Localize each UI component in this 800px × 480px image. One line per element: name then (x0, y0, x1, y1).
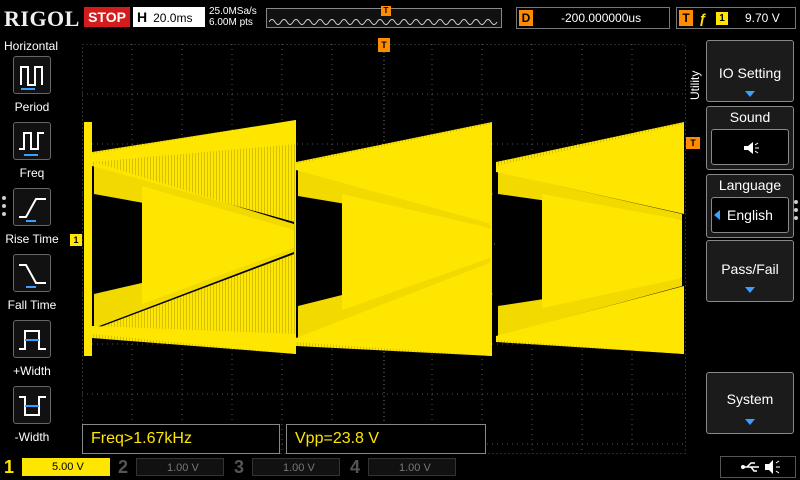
sample-rate: 25.0MSa/s (209, 6, 257, 17)
measure-fall-time[interactable]: Fall Time (4, 254, 60, 314)
system-label: System (726, 391, 774, 407)
io-setting-button[interactable]: IO Setting (706, 40, 794, 102)
trigger-box[interactable]: T ƒ 1 9.70 V (676, 7, 796, 29)
chevron-down-icon (745, 419, 755, 425)
utility-tab[interactable]: Utility (686, 36, 706, 106)
chevron-down-icon (745, 91, 755, 97)
channel-2-scale: 1.00 V (136, 458, 224, 476)
waveform-memory-overview: T (266, 6, 502, 28)
trigger-source: 1 (716, 12, 728, 25)
timebase-box[interactable]: H 20.0ms (133, 7, 205, 27)
measure-rise-time[interactable]: Rise Time (4, 188, 60, 248)
chevron-down-icon (745, 287, 755, 293)
language-label: Language (718, 177, 782, 193)
negative-width-icon (13, 386, 51, 424)
negative-width-label: -Width (14, 430, 50, 444)
positive-width-icon (13, 320, 51, 358)
delay-label: D (519, 10, 533, 26)
memory-waveform-thumbnail (269, 19, 498, 25)
fall-time-icon (13, 254, 51, 292)
system-status-icons (720, 456, 796, 478)
channel-4-number: 4 (350, 457, 361, 477)
trigger-label: T (679, 10, 693, 26)
menu-title: Horizontal (3, 39, 59, 53)
speaker-icon (765, 460, 780, 474)
chevron-left-icon (714, 210, 720, 220)
measure-freq[interactable]: Freq (4, 122, 60, 182)
delay-box[interactable]: D -200.000000us (516, 7, 670, 29)
usb-icon (741, 462, 759, 472)
rise-time-label: Rise Time (5, 232, 59, 246)
language-current: English (727, 207, 773, 223)
pass-fail-label: Pass/Fail (721, 261, 779, 277)
rigol-logo: RIGOL (4, 6, 80, 31)
channel-1-status[interactable]: 1 5.00 V (4, 456, 112, 478)
sound-button[interactable]: Sound (706, 106, 794, 170)
frequency-icon (13, 122, 51, 160)
period-icon (13, 56, 51, 94)
trigger-level-marker[interactable]: T (686, 137, 700, 149)
channel-2-number: 2 (118, 457, 129, 477)
rising-edge-icon: ƒ (699, 10, 707, 26)
language-button[interactable]: Language English (706, 174, 794, 238)
language-value[interactable]: English (711, 197, 789, 233)
horizontal-measure-menu: Horizontal Period Freq Rise Time Fall Ti… (0, 36, 62, 452)
delay-value: -200.000000us (561, 11, 642, 25)
measure-period[interactable]: Period (4, 56, 60, 116)
positive-width-label: +Width (13, 364, 51, 378)
channel-status-bar: 1 5.00 V 2 1.00 V 3 1.00 V 4 1.00 V (0, 454, 800, 480)
graticule (82, 44, 686, 454)
sound-toggle[interactable] (711, 129, 789, 165)
freq-label: Freq (19, 166, 45, 180)
channel-3-number: 3 (234, 457, 245, 477)
channel-4-scale: 1.00 V (368, 458, 456, 476)
ch1-offset-marker[interactable]: 1 (70, 234, 82, 246)
sound-label: Sound (729, 109, 771, 125)
channel-4-status[interactable]: 4 1.00 V (350, 456, 458, 478)
timebase-value: 20.0ms (153, 11, 193, 25)
trigger-level: 9.70 V (745, 11, 780, 25)
top-status-bar: RIGOL STOP H 20.0ms 25.0MSa/s 6.00M pts T… (0, 0, 800, 34)
acquisition-info: 25.0MSa/s 6.00M pts (209, 6, 257, 28)
measure-negative-width[interactable]: -Width (4, 386, 60, 446)
trigger-position-marker: T (381, 6, 391, 16)
utility-menu: IO Setting Sound Language English Pass/F… (706, 36, 800, 452)
channel-1-scale: 5.00 V (22, 458, 110, 476)
channel-2-status[interactable]: 2 1.00 V (118, 456, 226, 478)
ch1-waveform-trace (84, 120, 684, 356)
page-indicator-dots-right (794, 200, 798, 222)
pass-fail-button[interactable]: Pass/Fail (706, 240, 794, 302)
horizontal-label: H (137, 9, 148, 25)
period-label: Period (14, 100, 50, 114)
trigger-position-top-marker[interactable]: T (378, 38, 390, 52)
channel-3-status[interactable]: 3 1.00 V (234, 456, 342, 478)
measurement-freq: Freq>1.67kHz (82, 424, 280, 454)
rise-time-icon (13, 188, 51, 226)
io-setting-label: IO Setting (718, 65, 782, 81)
utility-tab-label: Utility (688, 70, 702, 100)
speaker-icon (744, 142, 759, 154)
measurement-vpp: Vpp=23.8 V (286, 424, 486, 454)
memory-depth: 6.00M pts (209, 17, 253, 28)
system-button[interactable]: System (706, 372, 794, 434)
channel-3-scale: 1.00 V (252, 458, 340, 476)
waveform-display (82, 44, 686, 454)
page-indicator-dots-left (2, 196, 6, 218)
measure-positive-width[interactable]: +Width (4, 320, 60, 380)
channel-1-number: 1 (4, 457, 15, 477)
fall-time-label: Fall Time (7, 298, 57, 312)
run-stop-status[interactable]: STOP (84, 7, 130, 27)
